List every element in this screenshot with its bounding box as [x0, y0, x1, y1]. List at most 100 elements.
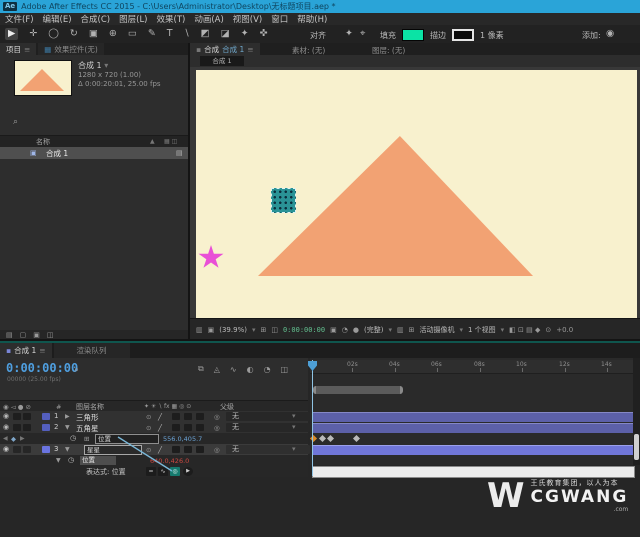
layer1-lock-cell[interactable]	[23, 413, 31, 420]
layer2-parent-pickwhip-icon[interactable]: ◎	[214, 424, 220, 432]
shy-layers-icon[interactable]: ∿	[230, 365, 237, 374]
keyframe-3[interactable]	[326, 434, 335, 443]
layer3-switch-cell-3[interactable]	[196, 446, 204, 453]
pen-tool-icon[interactable]: ✎	[148, 29, 156, 39]
layer1-parent-pickwhip-icon[interactable]: ◎	[214, 413, 220, 421]
zoom-level-value[interactable]: (39.9%)	[219, 326, 247, 334]
comp-navigator-tab[interactable]: 合成 1	[200, 56, 244, 66]
roto-brush-tool-icon[interactable]: ✦	[241, 29, 249, 39]
new-folder-icon[interactable]: ▢	[20, 331, 27, 339]
graph-editor-icon[interactable]: ◫	[281, 365, 289, 374]
layer2-eye-icon[interactable]: ◉	[3, 423, 9, 431]
star-position-label-highlighted[interactable]: 位置	[95, 434, 159, 444]
eraser-tool-icon[interactable]: ◪	[221, 29, 230, 39]
keyframe-current-icon[interactable]: ◆	[11, 435, 16, 443]
layer2-quality-icon[interactable]: ⊙	[146, 424, 151, 432]
viewer-panel-menu-icon[interactable]: ≡	[247, 45, 253, 54]
layer1-label-chip[interactable]	[42, 413, 50, 420]
layer1-switch-cell-3[interactable]	[196, 413, 204, 420]
current-timecode[interactable]: 0:00:00:00	[6, 361, 78, 375]
timeline-scrollbar-thumb[interactable]	[634, 434, 639, 460]
layer2-switch-cell-3[interactable]	[196, 424, 204, 431]
menu-item-layer[interactable]: 图层(L)	[119, 13, 147, 25]
timeline-search-icon[interactable]: ⌕	[74, 365, 79, 375]
tab-project[interactable]: 项目 ≡	[0, 43, 37, 55]
layer3-switch-cell-1[interactable]	[172, 446, 180, 453]
motion-blur-icon[interactable]: ◔	[264, 365, 271, 374]
tab-effect-controls[interactable]: ▦ 效果控件(无)	[38, 43, 104, 55]
layer3-switch-icon[interactable]: ╱	[158, 446, 162, 454]
property-row-star-position[interactable]: ◀ ◆ ▶ ◷ ⊞ 位置 556.0,405.7	[0, 433, 308, 444]
keyframe-next-icon[interactable]: ▶	[20, 435, 25, 442]
region-of-interest-icon[interactable]: ▥	[397, 326, 404, 334]
tab-timeline-comp[interactable]: ▪ 合成 1 ≡	[0, 343, 52, 358]
expression-row[interactable]: 表达式: 位置 = ∿ ◎ ▶	[0, 466, 308, 477]
resolution-caret-icon[interactable]: ▾	[388, 326, 392, 334]
layer2-lock-cell[interactable]	[23, 424, 31, 431]
tab-composition[interactable]: ▪ 合成 合成 1 ≡	[190, 43, 260, 55]
menu-item-effect[interactable]: 效果(T)	[157, 13, 186, 25]
mask-visibility-icon[interactable]: ◫	[271, 326, 278, 334]
layer-row-3[interactable]: ◉ 3 ▼ 星星 ⊙ ╱ ◎ 无 ▾	[0, 444, 310, 455]
layer2-parent-dropdown[interactable]: 无 ▾	[226, 423, 310, 432]
expression-enable-icon[interactable]: =	[146, 467, 156, 476]
project-settings-icon[interactable]: ◫	[47, 331, 54, 339]
channels-icon[interactable]: ●	[353, 326, 359, 334]
expression-graph-icon[interactable]: ∿	[158, 467, 168, 476]
layer1-eye-icon[interactable]: ◉	[3, 412, 9, 420]
layer1-quality-icon[interactable]: ⊙	[146, 413, 151, 421]
pan-behind-tool-icon[interactable]: ⊕	[109, 29, 117, 39]
position-value-expression[interactable]: 640.0,426.0	[150, 457, 189, 465]
layer3-quality-icon[interactable]: ⊙	[146, 446, 151, 454]
view-layout-value[interactable]: 1 个视图	[468, 325, 496, 335]
column-sort-icon[interactable]: ▲	[150, 138, 155, 145]
menu-item-animation[interactable]: 动画(A)	[194, 13, 223, 25]
puppet-pin-tool-icon[interactable]: ✜	[260, 29, 268, 39]
brush-tool-icon[interactable]: ∖	[184, 29, 190, 39]
menu-item-edit[interactable]: 编辑(E)	[43, 13, 72, 25]
position-label-selected[interactable]: 位置	[80, 456, 116, 465]
layer-row-1[interactable]: ◉ 1 ▶ 三角形 ⊙ ╱ ◎ 无 ▾	[0, 411, 310, 422]
shape-tool-icon[interactable]: ▭	[128, 29, 137, 39]
magnification-icon[interactable]: ▣	[208, 326, 215, 334]
camera-tool-icon[interactable]: ▣	[89, 29, 98, 39]
layer3-audio-cell[interactable]	[13, 446, 21, 453]
hand-tool-icon[interactable]: ✛	[29, 29, 37, 39]
layer1-switch-cell-2[interactable]	[184, 413, 192, 420]
snapshot-icon[interactable]: ▣	[330, 326, 337, 334]
keyframe-2[interactable]	[318, 434, 327, 443]
menu-item-view[interactable]: 视图(V)	[233, 13, 262, 25]
layer2-label-chip[interactable]	[42, 424, 50, 431]
keyframe-prev-icon[interactable]: ◀	[3, 435, 8, 442]
stroke-color-swatch[interactable]	[452, 29, 474, 41]
selected-layer-handles[interactable]	[271, 188, 296, 213]
comp-info-name[interactable]: 合成 1 ▾	[78, 60, 108, 71]
column-name-label[interactable]: 名称	[36, 137, 50, 147]
layer-row-2[interactable]: ◉ 2 ▼ 五角星 ⊙ ╱ ◎ 无 ▾	[0, 422, 310, 433]
menu-item-help[interactable]: 帮助(H)	[297, 13, 327, 25]
workspace-icon-2[interactable]: ⌖	[360, 29, 365, 39]
keyframe-4[interactable]	[352, 434, 361, 443]
comp-mini-flowchart-icon[interactable]: ▥	[196, 326, 203, 334]
expression-language-menu-icon[interactable]: ▶	[183, 467, 193, 476]
resolution-value[interactable]: (完整)	[364, 325, 383, 335]
interpret-footage-icon[interactable]: ▤	[6, 331, 13, 339]
viewer-misc-icons[interactable]: ◧ ⊡ ▤ ◆	[509, 326, 540, 334]
time-ruler[interactable]: 02s 04s 06s 08s 10s 12s 14s	[310, 360, 640, 374]
layer1-switch-cell-1[interactable]	[172, 413, 180, 420]
layer1-switch-icon[interactable]: ╱	[158, 413, 162, 421]
viewer-canvas[interactable]	[190, 67, 640, 318]
layer2-switch-cell-1[interactable]	[172, 424, 180, 431]
project-search-icon[interactable]: ⌕	[13, 117, 18, 127]
timeline-panel-menu-icon[interactable]: ≡	[39, 346, 45, 355]
panel-lock-icon[interactable]: ▪	[196, 45, 201, 54]
layer2-switch-icon[interactable]: ╱	[158, 424, 162, 432]
reset-exposure-icon[interactable]: ⊙	[545, 326, 551, 334]
view-layout-caret-icon[interactable]: ▾	[501, 326, 505, 334]
project-item-row[interactable]: ▣ 合成 1 ▤	[0, 147, 188, 159]
playhead-line[interactable]	[312, 360, 313, 476]
layer1-duration-bar[interactable]	[312, 412, 640, 422]
transparency-grid-icon[interactable]: ⊞	[409, 326, 415, 334]
star-position-stopwatch-icon[interactable]: ◷	[70, 434, 76, 442]
add-menu-icon[interactable]: ◉	[606, 29, 614, 39]
